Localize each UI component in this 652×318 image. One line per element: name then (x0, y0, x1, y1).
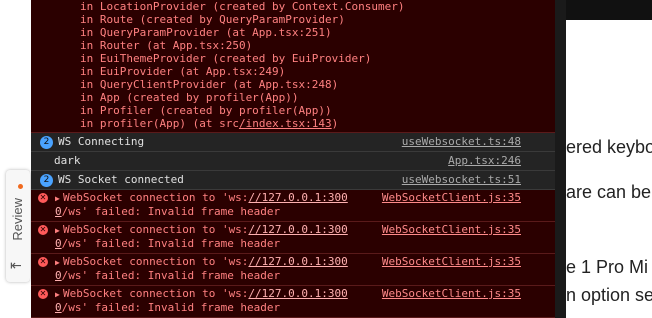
log-message: WS Connecting (58, 135, 145, 148)
stack-line: in App (created by profiler(App)) (80, 91, 299, 104)
error-message-line2: 0/ws' failed: Invalid frame header (55, 204, 280, 219)
source-link[interactable]: WebSocketClient.js:35 (382, 190, 521, 205)
stack-line: in Profiler (created by profiler(App)) (80, 104, 332, 117)
source-link[interactable]: WebSocketClient.js:35 (382, 222, 521, 237)
source-link[interactable]: /index.tsx:143 (239, 117, 332, 130)
repeat-count-badge: 2 (40, 174, 53, 187)
stack-line: in EuiProvider (at App.tsx:249) (80, 65, 286, 78)
review-tab[interactable]: Review ⇤ (6, 170, 30, 282)
error-stack-trace: in LocationProvider (created by Context.… (31, 0, 555, 133)
error-message-line2: 0/ws' failed: Invalid frame header (55, 236, 280, 251)
error-url-link[interactable]: 0 (55, 301, 62, 314)
error-text: WebSocket connection to 'ws: (63, 191, 249, 204)
console-error-row[interactable]: ✕ ▶ WebSocket connection to 'ws://127.0.0… (31, 190, 555, 222)
stack-line-last: in profiler(App) (at src/index.tsx:143) (31, 117, 555, 130)
stack-line: in LocationProvider (created by Context.… (80, 0, 405, 13)
page-text-line: ered keybo (566, 137, 652, 157)
page-text-line: are can be (566, 182, 652, 202)
error-url-link[interactable]: //127.0.0.1:300 (248, 255, 347, 268)
error-icon: ✕ (38, 289, 48, 299)
error-url-link[interactable]: 0 (55, 205, 62, 218)
error-url-link[interactable]: 0 (55, 237, 62, 250)
error-text: /ws' failed: Invalid frame header (61, 269, 281, 282)
console-log-row: 2 WS Socket connected useWebsocket.ts:51 (31, 171, 555, 190)
source-link[interactable]: App.tsx:246 (448, 152, 521, 170)
stack-line: in Route (created by QueryParamProvider) (80, 13, 345, 26)
stack-text: in profiler(App) (at src (80, 117, 239, 130)
stack-line: in EuiThemeProvider (created by EuiProvi… (80, 52, 372, 65)
page-text-line: e 1 Pro Mi (566, 257, 649, 277)
devtools-console: in LocationProvider (created by Context.… (31, 0, 555, 318)
stack-text: ) (331, 117, 339, 130)
source-link[interactable]: WebSocketClient.js:35 (382, 254, 521, 269)
console-error-row[interactable]: ✕ ▶ WebSocket connection to 'ws://127.0.0… (31, 222, 555, 254)
console-log-row: dark App.tsx:246 (31, 152, 555, 171)
error-url-link[interactable]: //127.0.0.1:300 (248, 223, 347, 236)
panel-divider[interactable] (554, 0, 566, 318)
error-text: /ws' failed: Invalid frame header (61, 205, 281, 218)
error-icon: ✕ (38, 193, 48, 203)
error-message-line2: 0/ws' failed: Invalid frame header (55, 300, 280, 315)
page-text-line: n option se (566, 285, 652, 305)
error-text: /ws' failed: Invalid frame header (61, 237, 281, 250)
error-text: WebSocket connection to 'ws: (63, 287, 249, 300)
console-error-row[interactable]: ✕ ▶ WebSocket connection to 'ws://127.0.0… (31, 286, 555, 318)
error-url-link[interactable]: 0 (55, 269, 62, 282)
stack-line: in QueryClientProvider (at App.tsx:248) (80, 78, 339, 91)
stack-line: in Router (at App.tsx:250) (80, 39, 253, 52)
log-message: dark (54, 154, 81, 167)
review-label: Review (10, 198, 25, 241)
error-text: /ws' failed: Invalid frame header (61, 301, 281, 314)
console-error-row[interactable]: ✕ ▶ WebSocket connection to 'ws://127.0.0… (31, 254, 555, 286)
error-text: WebSocket connection to 'ws: (63, 223, 249, 236)
error-icon: ✕ (38, 257, 48, 267)
notification-dot (18, 184, 23, 189)
error-url-link[interactable]: //127.0.0.1:300 (248, 191, 347, 204)
source-link[interactable]: WebSocketClient.js:35 (382, 286, 521, 301)
stack-line: in QueryParamProvider (at App.tsx:251) (80, 26, 332, 39)
page-header-strip (565, 0, 652, 20)
log-message: WS Socket connected (58, 173, 184, 186)
repeat-count-badge: 2 (40, 136, 53, 149)
collapse-arrow-icon[interactable]: ⇤ (10, 258, 22, 274)
error-icon: ✕ (38, 225, 48, 235)
error-message-line2: 0/ws' failed: Invalid frame header (55, 268, 280, 283)
source-link[interactable]: useWebsocket.ts:48 (402, 133, 521, 151)
error-url-link[interactable]: //127.0.0.1:300 (248, 287, 347, 300)
source-link[interactable]: useWebsocket.ts:51 (402, 171, 521, 189)
error-text: WebSocket connection to 'ws: (63, 255, 249, 268)
console-log-row: 2 WS Connecting useWebsocket.ts:48 (31, 133, 555, 152)
